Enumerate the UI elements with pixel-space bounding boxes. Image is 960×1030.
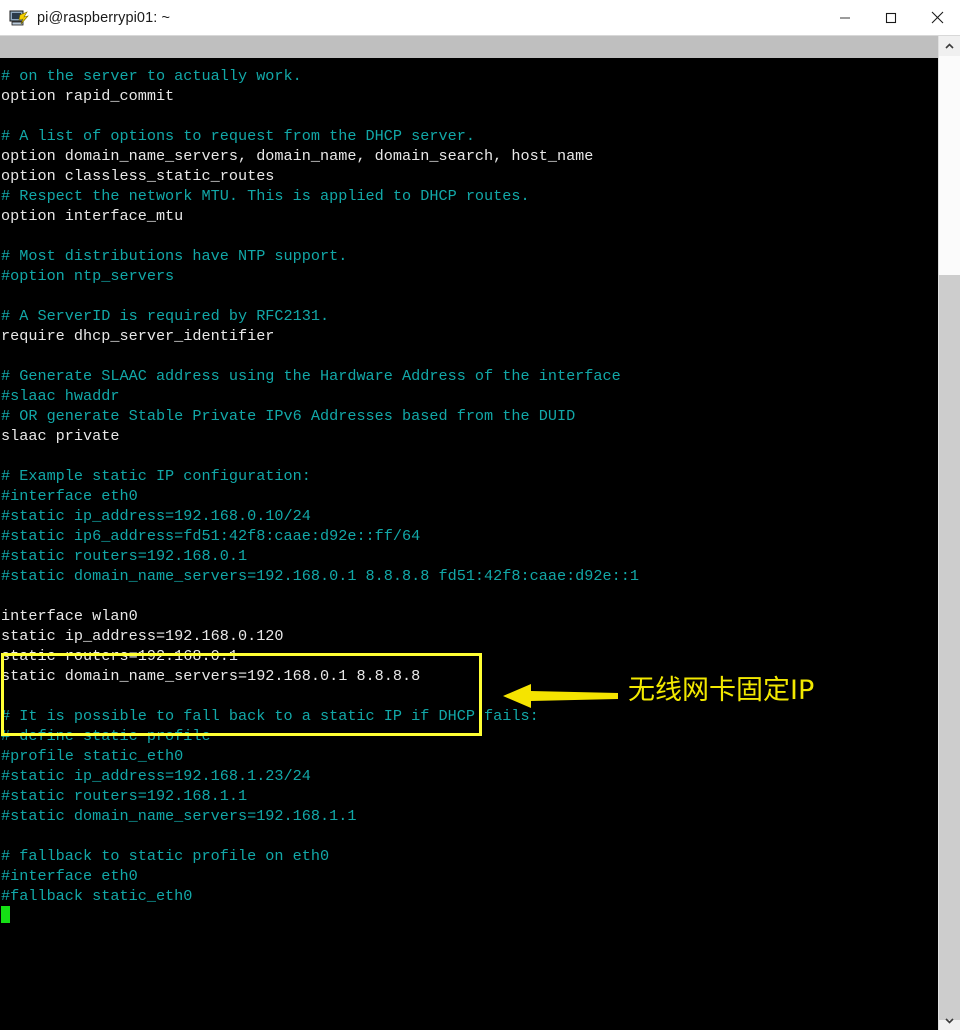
close-button[interactable]: [914, 0, 960, 35]
terminal-screen[interactable]: GNU nano 3.2 /etc/dhcpcd.conf # on the s…: [0, 36, 938, 1030]
putty-terminal-window: pi@raspberrypi01: ~ GNU nano 3.2 /etc/dh…: [0, 0, 960, 1030]
window-title: pi@raspberrypi01: ~: [37, 9, 171, 26]
editor-line: #profile static_eth0: [1, 747, 184, 765]
editor-line: #static domain_name_servers=192.168.1.1: [1, 807, 357, 825]
editor-line: # fallback to static profile on eth0: [1, 847, 330, 865]
putty-terminal-icon: [9, 8, 29, 28]
maximize-button[interactable]: [868, 0, 914, 35]
editor-line: # A ServerID is required by RFC2131.: [1, 307, 330, 325]
editor-line: interface wlan0: [1, 607, 138, 625]
editor-line: static ip_address=192.168.0.120: [1, 627, 284, 645]
editor-line: # OR generate Stable Private IPv6 Addres…: [1, 407, 576, 425]
editor-line: # on the server to actually work.: [1, 67, 302, 85]
editor-line: #option ntp_servers: [1, 267, 175, 285]
editor-line: #static routers=192.168.0.1: [1, 547, 248, 565]
chevron-down-icon[interactable]: [939, 1010, 960, 1030]
window-controls: [822, 0, 960, 35]
editor-line: # Respect the network MTU. This is appli…: [1, 187, 530, 205]
window-titlebar[interactable]: pi@raspberrypi01: ~: [0, 0, 960, 36]
editor-line: option domain_name_servers, domain_name,…: [1, 147, 594, 165]
left-arrow-icon: [503, 681, 618, 711]
editor-line: option interface_mtu: [1, 207, 184, 225]
editor-line: #static domain_name_servers=192.168.0.1 …: [1, 567, 639, 585]
editor-line: # It is possible to fall back to a stati…: [1, 707, 539, 725]
cursor-block: [1, 906, 10, 923]
scrollbar-track[interactable]: [939, 56, 960, 1020]
editor-line: #fallback static_eth0: [1, 887, 193, 905]
nano-shortcut-bar: ^GGet Help^OWrite Out^WWhere Is^KCut Tex…: [0, 1014, 938, 1030]
editor-line: static routers=192.168.0.1: [1, 647, 238, 665]
text-cursor: [0, 906, 938, 926]
nano-text-buffer[interactable]: # on the server to actually work. option …: [0, 66, 938, 926]
editor-line: require dhcp_server_identifier: [1, 327, 275, 345]
editor-line: option classless_static_routes: [1, 167, 275, 185]
annotation-label: 无线网卡固定IP: [628, 675, 815, 706]
editor-line: slaac private: [1, 427, 120, 445]
editor-line: #interface eth0: [1, 487, 138, 505]
editor-line: #slaac hwaddr: [1, 387, 120, 405]
editor-line: # Generate SLAAC address using the Hardw…: [1, 367, 621, 385]
minimize-button[interactable]: [822, 0, 868, 35]
scrollbar-thumb[interactable]: [939, 275, 960, 1020]
editor-line: # A list of options to request from the …: [1, 127, 475, 145]
editor-line: option rapid_commit: [1, 87, 175, 105]
editor-line: #static routers=192.168.1.1: [1, 787, 248, 805]
vertical-scrollbar[interactable]: [938, 36, 960, 1030]
editor-line: # Most distributions have NTP support.: [1, 247, 348, 265]
editor-line: #static ip_address=192.168.0.10/24: [1, 507, 311, 525]
editor-line: #static ip6_address=fd51:42f8:caae:d92e:…: [1, 527, 421, 545]
editor-line: # Example static IP configuration:: [1, 467, 311, 485]
editor-line: #static ip_address=192.168.1.23/24: [1, 767, 311, 785]
nano-header-bar: GNU nano 3.2 /etc/dhcpcd.conf: [0, 36, 938, 99]
editor-line: #interface eth0: [1, 867, 138, 885]
editor-line: # define static profile: [1, 727, 211, 745]
chevron-up-icon[interactable]: [939, 36, 960, 56]
